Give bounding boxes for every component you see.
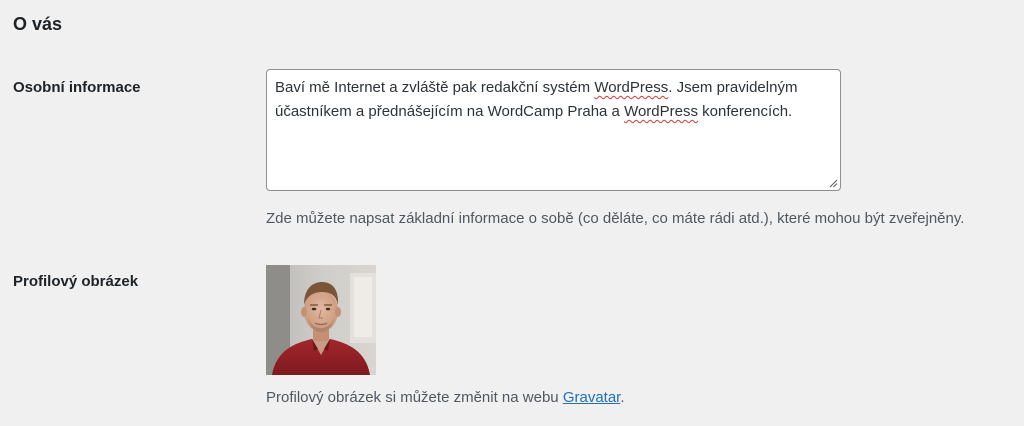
bio-description: Zde můžete napsat základní informace o s…	[266, 210, 965, 227]
profile-avatar	[266, 265, 376, 375]
profile-picture-description-text: Profilový obrázek si můžete změnit na we…	[266, 389, 563, 406]
bio-text-part: Baví mě Internet a zvláště pak redakční …	[275, 79, 595, 96]
profile-picture-description-suffix: .	[620, 389, 625, 406]
gravatar-link[interactable]: Gravatar	[563, 389, 621, 406]
resize-grip-icon[interactable]	[828, 178, 838, 188]
bio-label: Osobní informace	[13, 79, 141, 96]
bio-text-part: konferencích.	[697, 103, 793, 120]
bio-textarea[interactable]: Baví mě Internet a zvláště pak redakční …	[266, 69, 841, 191]
bio-text-misspelled-word: WordPress	[624, 103, 698, 120]
bio-text-misspelled-word: WordPress	[594, 79, 669, 96]
profile-picture-label: Profilový obrázek	[13, 273, 139, 290]
profile-picture-description: Profilový obrázek si můžete změnit na we…	[266, 388, 625, 408]
section-title: O vás	[13, 14, 63, 34]
